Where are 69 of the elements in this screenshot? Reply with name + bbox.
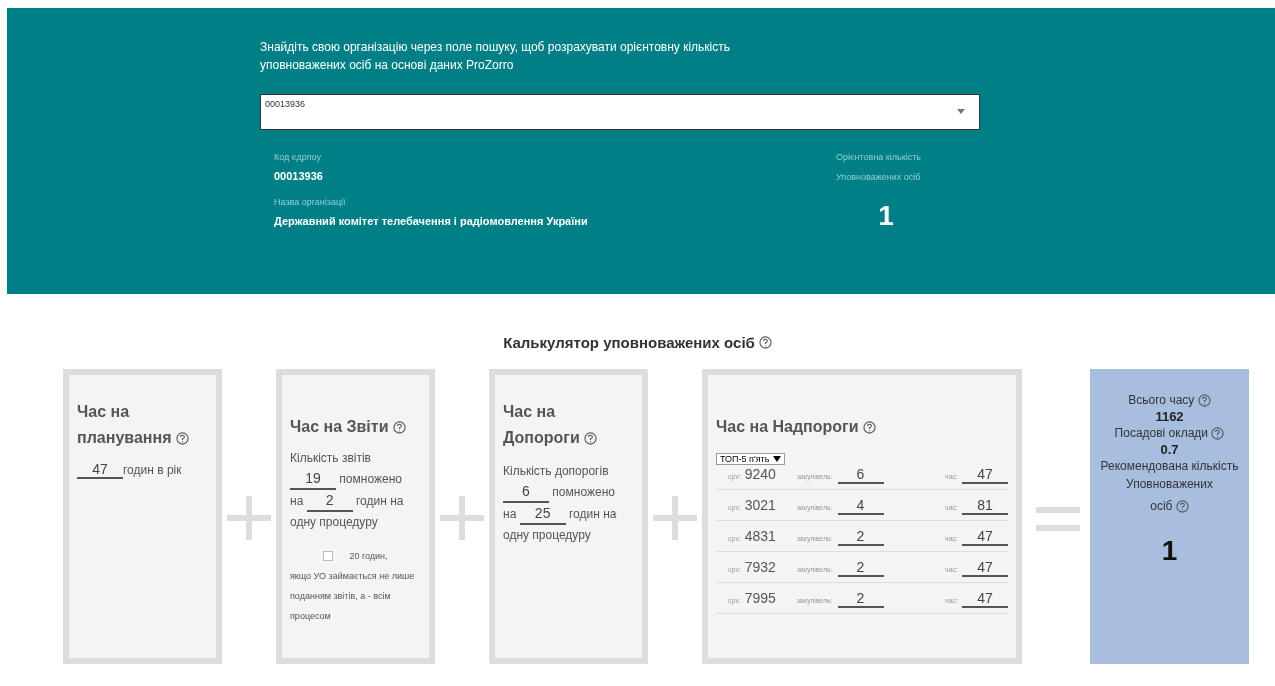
field-label: Орієнтовна кількість — [836, 152, 921, 162]
hours-input[interactable]: 47 — [962, 528, 1008, 546]
multiplied-text: помножено — [552, 485, 615, 499]
field-value: Державний комітет телебачення і радіомовлення України — [274, 215, 588, 227]
hours-input[interactable]: 47 — [962, 466, 1008, 484]
card-title: Час на Звіти — [290, 418, 389, 435]
plus-icon — [227, 496, 271, 540]
on-text: на — [290, 494, 304, 508]
count-input[interactable]: 6 — [837, 466, 884, 484]
on-text: на — [503, 507, 517, 521]
total-label: Всього часу — [1128, 393, 1195, 407]
count-input[interactable]: 2 — [837, 528, 884, 546]
unit-text: одну процедуру — [290, 515, 378, 529]
top-select[interactable]: ТОП-5 п'ять — [716, 453, 786, 465]
intro-text: Знайдіть свою організацію через поле пошуку, щоб розрахувати орієнтовну кількість уповноважених осіб на основі даних ProZorro — [260, 39, 731, 74]
caret-icon — [957, 109, 965, 114]
help-icon[interactable] — [392, 421, 406, 435]
help-icon[interactable] — [1211, 427, 1225, 441]
field-label: Назва організації — [274, 197, 347, 207]
help-icon[interactable] — [584, 432, 598, 446]
multiplied-text: помножено — [339, 472, 402, 486]
salary-value: 0.7 — [1159, 442, 1180, 457]
hours-input[interactable]: 47 — [962, 590, 1008, 608]
cpv-code: 4831 — [744, 528, 776, 544]
plus-icon — [440, 496, 484, 540]
total-value: 1162 — [1154, 409, 1185, 424]
count-input[interactable]: 4 — [837, 497, 884, 515]
hours-input[interactable]: 81 — [962, 497, 1008, 515]
cpv-code: 7995 — [744, 590, 776, 606]
help-icon[interactable] — [758, 336, 772, 349]
unit-text: годин на — [569, 507, 617, 521]
checkbox[interactable] — [323, 551, 334, 561]
help-icon[interactable] — [175, 432, 189, 446]
hours-input[interactable]: 25 — [519, 503, 566, 525]
plus-icon — [653, 496, 697, 540]
count-input[interactable]: 2 — [837, 559, 884, 577]
help-icon[interactable] — [1175, 500, 1189, 514]
count-input[interactable]: 19 — [290, 468, 336, 490]
cpv-code: 3021 — [744, 497, 776, 513]
card-title: Час на планування — [77, 403, 172, 446]
salary-label: Посадові оклади — [1114, 426, 1209, 440]
count-label: Кількість звітів — [290, 451, 371, 465]
equals-icon — [1036, 504, 1080, 534]
card-title: Час на Надпороги — [716, 418, 859, 435]
cpv-code: 7932 — [744, 559, 776, 575]
field-label: Код єдрпоу — [274, 152, 322, 162]
estimate-value: 1 — [878, 200, 894, 232]
caret-icon — [773, 456, 782, 462]
recommended-value: 1 — [1160, 535, 1179, 567]
count-input[interactable]: 2 — [837, 590, 884, 608]
hours-input[interactable]: 2 — [306, 490, 353, 512]
hours-input[interactable]: 47 — [77, 461, 123, 479]
card-title: Час на Допороги — [503, 403, 580, 446]
option-text: 20 годин, — [349, 550, 388, 563]
unit-text: одну процедуру — [503, 528, 591, 542]
unit-text: годин в рік — [123, 463, 182, 477]
section-title: Калькулятор уповноважених осіб — [503, 334, 755, 351]
search-field[interactable]: 00013936 — [261, 95, 979, 129]
cpv-code: 9240 — [744, 466, 776, 482]
help-icon[interactable] — [863, 421, 877, 435]
field-value: 00013936 — [274, 170, 324, 182]
recommended-label: осіб — [1150, 499, 1173, 513]
option-note: якщо УО займається не лише поданням звітів, а - всім процесом — [290, 570, 416, 623]
field-label: Уповноважених осіб — [836, 172, 921, 182]
hours-input[interactable]: 47 — [962, 559, 1008, 577]
count-input[interactable]: 6 — [503, 481, 549, 503]
help-icon[interactable] — [1197, 394, 1211, 408]
unit-text: годин на — [356, 494, 404, 508]
count-label: Кількість допорогів — [503, 464, 609, 478]
